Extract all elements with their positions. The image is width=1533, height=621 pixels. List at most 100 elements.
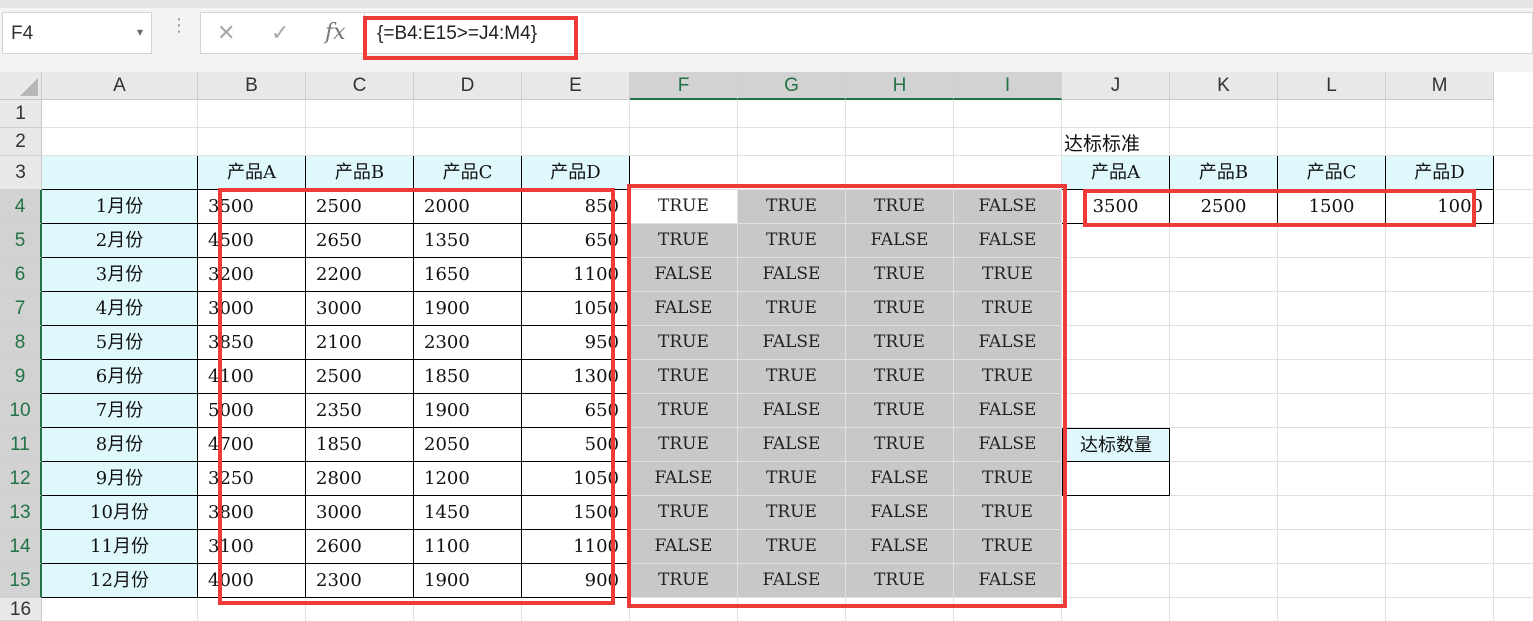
cell-result[interactable]: FALSE (954, 224, 1061, 257)
cell-result[interactable]: FALSE (846, 530, 953, 563)
cell-value[interactable]: 3000 (306, 496, 414, 530)
cell-value[interactable]: 2200 (306, 258, 414, 292)
cell-month-label[interactable]: 4月份 (42, 292, 198, 326)
row-header-4[interactable]: 4 (0, 190, 42, 224)
name-box[interactable]: F4 ▾ (2, 12, 152, 54)
row-header-14[interactable]: 14 (0, 530, 42, 564)
column-header-k[interactable]: K (1170, 72, 1278, 100)
cell-month-label[interactable]: 12月份 (42, 564, 198, 598)
cell-value[interactable]: 1900 (414, 394, 522, 428)
cell-result[interactable]: TRUE (630, 224, 737, 257)
cell-result[interactable]: TRUE (954, 292, 1061, 325)
cell-value[interactable]: 3000 (198, 292, 306, 326)
cell-result[interactable]: TRUE (846, 258, 953, 291)
row-header-10[interactable]: 10 (0, 394, 42, 428)
cell-month-label[interactable]: 7月份 (42, 394, 198, 428)
cell-value[interactable]: 2350 (306, 394, 414, 428)
cell-result[interactable]: TRUE (846, 326, 953, 359)
cell-value[interactable]: 2650 (306, 224, 414, 258)
count-value[interactable] (1062, 462, 1170, 496)
row-header-8[interactable]: 8 (0, 326, 42, 360)
cell-value[interactable]: 4700 (198, 428, 306, 462)
cell-result[interactable]: FALSE (954, 326, 1061, 359)
column-header-m[interactable]: M (1386, 72, 1494, 100)
cell-result[interactable]: FALSE (630, 258, 737, 291)
column-header-g[interactable]: G (738, 72, 846, 100)
cell-result[interactable]: FALSE (846, 224, 953, 257)
row-header-12[interactable]: 12 (0, 462, 42, 496)
row-header-6[interactable]: 6 (0, 258, 42, 292)
cell-value[interactable]: 1200 (414, 462, 522, 496)
cell-result[interactable]: TRUE (738, 360, 845, 393)
row-header-2[interactable]: 2 (0, 128, 42, 156)
cell-month-label[interactable]: 1月份 (42, 190, 198, 224)
row-header-16[interactable]: 16 (0, 598, 42, 621)
cell-value[interactable]: 1100 (522, 530, 630, 564)
row-header-15[interactable]: 15 (0, 564, 42, 598)
row-header-9[interactable]: 9 (0, 360, 42, 394)
cell-value[interactable]: 1100 (522, 258, 630, 292)
cell-result[interactable]: TRUE (846, 564, 953, 597)
column-header-i[interactable]: I (954, 72, 1062, 100)
cell-value[interactable]: 4500 (198, 224, 306, 258)
cell-header-product[interactable]: 产品D (522, 156, 630, 190)
cell-result[interactable]: FALSE (954, 394, 1061, 427)
cell-value[interactable]: 2800 (306, 462, 414, 496)
cell-value[interactable]: 5000 (198, 394, 306, 428)
cell-result[interactable]: FALSE (954, 428, 1061, 461)
cell-month-label[interactable]: 11月份 (42, 530, 198, 564)
cell-value[interactable]: 4000 (198, 564, 306, 598)
cell-result[interactable]: TRUE (630, 360, 737, 393)
cell-result[interactable]: TRUE (954, 496, 1061, 529)
cell-result[interactable]: TRUE (954, 258, 1061, 291)
cell-value[interactable]: 1300 (522, 360, 630, 394)
standard-header[interactable]: 产品A (1062, 156, 1170, 190)
standard-value[interactable]: 1000 (1386, 190, 1494, 224)
cell-result[interactable]: TRUE (630, 428, 737, 461)
row-header-7[interactable]: 7 (0, 292, 42, 326)
cell-value[interactable]: 500 (522, 428, 630, 462)
cell-result[interactable]: TRUE (846, 360, 953, 393)
cell-value[interactable]: 1850 (306, 428, 414, 462)
cell-result[interactable]: FALSE (846, 496, 953, 529)
cell-result[interactable]: FALSE (954, 190, 1061, 223)
cell-result[interactable]: FALSE (738, 394, 845, 427)
cell-month-label[interactable]: 8月份 (42, 428, 198, 462)
cell-result[interactable]: FALSE (630, 530, 737, 563)
cell-result[interactable]: TRUE (846, 190, 953, 223)
column-header-l[interactable]: L (1278, 72, 1386, 100)
cell-result[interactable]: TRUE (846, 292, 953, 325)
cell-value[interactable]: 1100 (414, 530, 522, 564)
cell-value[interactable]: 2300 (306, 564, 414, 598)
column-header-a[interactable]: A (42, 72, 198, 100)
cell-result[interactable]: TRUE (846, 394, 953, 427)
cell-value[interactable]: 2500 (306, 190, 414, 224)
row-header-3[interactable]: 3 (0, 156, 42, 190)
cell-value[interactable]: 2050 (414, 428, 522, 462)
cell-value[interactable]: 2500 (306, 360, 414, 394)
more-options-icon[interactable]: ⋮ (170, 16, 188, 34)
cell-result[interactable]: FALSE (738, 258, 845, 291)
cell-value[interactable]: 850 (522, 190, 630, 224)
cell-value[interactable]: 3850 (198, 326, 306, 360)
cell-header-product[interactable]: 产品B (306, 156, 414, 190)
cell-result[interactable]: FALSE (954, 564, 1061, 597)
row-header-5[interactable]: 5 (0, 224, 42, 258)
count-label[interactable]: 达标数量 (1062, 428, 1170, 462)
formula-input[interactable]: {=B4:E15>=J4:M4} (364, 12, 1533, 54)
cell-month-label[interactable]: 6月份 (42, 360, 198, 394)
cell-value[interactable]: 650 (522, 394, 630, 428)
standard-value[interactable]: 2500 (1170, 190, 1278, 224)
cell-value[interactable]: 3000 (306, 292, 414, 326)
cell-value[interactable]: 4100 (198, 360, 306, 394)
cell-value[interactable]: 2100 (306, 326, 414, 360)
cell-value[interactable]: 1500 (522, 496, 630, 530)
cell-value[interactable]: 1650 (414, 258, 522, 292)
row-header-13[interactable]: 13 (0, 496, 42, 530)
column-header-e[interactable]: E (522, 72, 630, 100)
cell-result[interactable]: TRUE (738, 462, 845, 495)
cell-header-product[interactable]: 产品A (198, 156, 306, 190)
enter-icon[interactable]: ✓ (271, 20, 289, 46)
cell-month-label[interactable]: 5月份 (42, 326, 198, 360)
cell-result[interactable]: TRUE (630, 564, 737, 597)
